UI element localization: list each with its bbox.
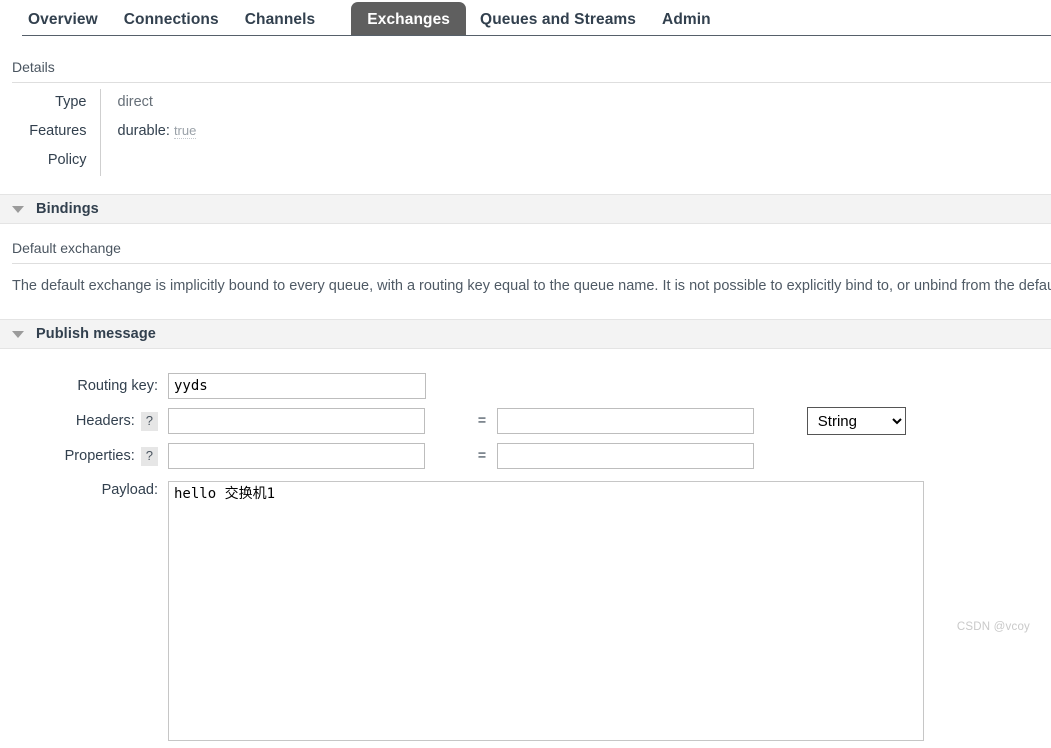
properties-value-cell xyxy=(496,439,797,473)
routing-key-spacer-1 xyxy=(471,369,497,403)
publish-message-title: Publish message xyxy=(36,326,156,342)
properties-key-input[interactable] xyxy=(168,443,425,469)
spacer-before-publish xyxy=(0,294,1051,319)
details-label-type: Type xyxy=(0,89,101,118)
headers-value-cell xyxy=(496,403,797,439)
feature-name: durable: xyxy=(117,123,170,139)
payload-field-cell: hello 交换机1 xyxy=(158,473,924,748)
spacer-before-bindings xyxy=(0,176,1051,194)
properties-value-input[interactable] xyxy=(496,443,754,469)
properties-label: Properties: xyxy=(64,447,135,464)
nav-tab-list: Overview Connections Channels Exchanges … xyxy=(0,0,1051,36)
form-row-properties: Properties:? = xyxy=(0,439,924,473)
caret-down-icon xyxy=(12,330,24,338)
caret-down-icon xyxy=(12,205,24,213)
details-label-policy: Policy xyxy=(0,147,101,176)
routing-key-spacer-3 xyxy=(797,369,924,403)
properties-type-spacer xyxy=(797,439,924,473)
properties-label-cell: Properties:? xyxy=(0,439,158,473)
spacer-after-bindings-bar xyxy=(0,224,1051,240)
payload-textarea[interactable]: hello 交换机1 xyxy=(168,481,924,741)
properties-help-icon[interactable]: ? xyxy=(140,446,158,466)
details-section: Details Type direct Features durable: tr… xyxy=(0,36,1051,176)
properties-key-cell xyxy=(158,439,471,473)
bindings-section-header[interactable]: Bindings xyxy=(0,194,1051,224)
page-content: Details Type direct Features durable: tr… xyxy=(0,36,1051,748)
publish-message-form: Routing key: Headers:? = xyxy=(0,349,1051,748)
tab-admin[interactable]: Admin xyxy=(662,11,711,37)
tab-channels[interactable]: Channels xyxy=(245,11,316,37)
form-row-payload: Payload: hello 交换机1 xyxy=(0,473,924,748)
details-value-policy xyxy=(100,147,196,176)
tab-connections[interactable]: Connections xyxy=(124,11,219,37)
headers-equals-sign: = xyxy=(477,413,487,429)
headers-label: Headers: xyxy=(75,412,135,429)
default-exchange-description: The default exchange is implicitly bound… xyxy=(12,278,1051,294)
form-row-routing-key: Routing key: xyxy=(0,369,924,403)
headers-label-cell: Headers:? xyxy=(0,403,158,439)
publish-message-section-header[interactable]: Publish message xyxy=(0,319,1051,349)
headers-key-input[interactable] xyxy=(168,408,425,434)
headers-type-select[interactable]: StringNumberBooleanList xyxy=(806,407,906,435)
bindings-title: Bindings xyxy=(36,201,99,217)
form-row-headers: Headers:? = StringNumberBooleanList xyxy=(0,403,924,439)
details-heading: Details xyxy=(12,59,55,75)
headers-value-input[interactable] xyxy=(496,408,754,434)
details-row-policy: Policy xyxy=(0,147,196,176)
tab-overview[interactable]: Overview xyxy=(28,11,98,37)
details-value-type: direct xyxy=(117,94,153,110)
tab-exchanges[interactable]: Exchanges xyxy=(351,1,467,36)
routing-key-spacer-2 xyxy=(497,369,797,403)
routing-key-input[interactable] xyxy=(168,373,426,399)
details-row-type: Type direct xyxy=(0,89,196,118)
headers-key-cell xyxy=(158,403,471,439)
main-navigation: Overview Connections Channels Exchanges … xyxy=(0,0,1051,36)
details-label-features: Features xyxy=(0,118,101,147)
feature-value-durable[interactable]: true xyxy=(173,123,197,139)
headers-help-icon[interactable]: ? xyxy=(140,411,158,431)
payload-label: Payload: xyxy=(101,482,158,498)
default-exchange-heading: Default exchange xyxy=(12,240,121,256)
publish-form-table: Routing key: Headers:? = xyxy=(0,369,924,748)
details-divider xyxy=(12,82,1051,83)
details-table: Type direct Features durable: true Polic… xyxy=(0,89,197,176)
routing-key-label: Routing key: xyxy=(77,378,158,394)
properties-equals-sign: = xyxy=(477,448,487,464)
routing-key-field-cell xyxy=(158,369,471,403)
headers-type-cell: StringNumberBooleanList xyxy=(797,403,924,439)
tab-queues-and-streams[interactable]: Queues and Streams xyxy=(480,11,636,37)
details-row-features: Features durable: true xyxy=(0,118,197,147)
details-value-features: durable: true xyxy=(100,118,197,147)
